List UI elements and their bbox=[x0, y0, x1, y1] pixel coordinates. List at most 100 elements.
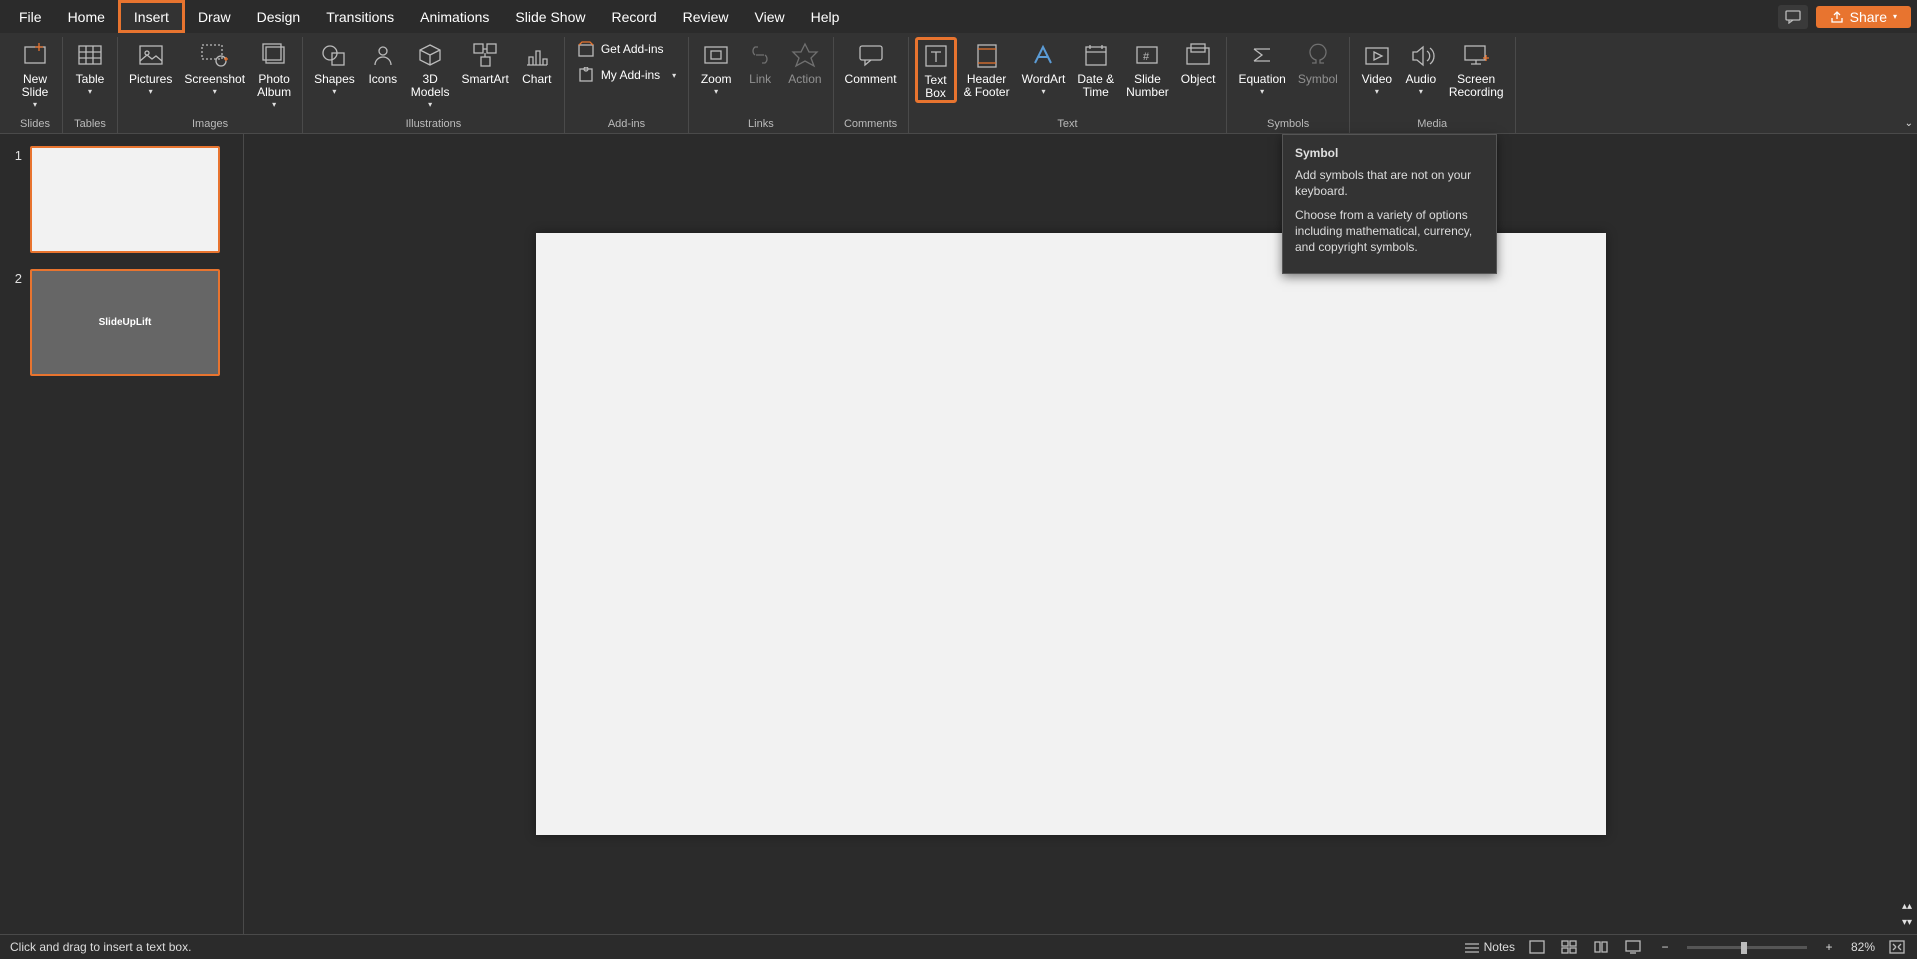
symbol-button[interactable]: Symbol bbox=[1293, 37, 1343, 88]
comments-tray-button[interactable] bbox=[1778, 5, 1808, 29]
date-time-button[interactable]: Date & Time bbox=[1072, 37, 1119, 101]
photo-album-icon bbox=[260, 41, 288, 69]
zoom-out-button[interactable]: − bbox=[1655, 938, 1675, 956]
group-label-tables: Tables bbox=[74, 116, 106, 133]
vertical-scrollbar[interactable]: ▴▴ ▾▾ bbox=[1897, 134, 1917, 934]
group-label-slides: Slides bbox=[20, 116, 50, 133]
content-area: 1 2 SlideUpLift ▴▴ ▾▾ bbox=[0, 134, 1917, 934]
fit-to-window-button[interactable] bbox=[1887, 938, 1907, 956]
notes-button[interactable]: Notes bbox=[1464, 938, 1515, 956]
thumbnail-1[interactable] bbox=[30, 146, 220, 253]
tab-slideshow[interactable]: Slide Show bbox=[502, 0, 598, 33]
wordart-button[interactable]: WordArt▾ bbox=[1017, 37, 1071, 98]
share-icon bbox=[1830, 10, 1844, 24]
slide-sorter-view-button[interactable] bbox=[1559, 938, 1579, 956]
icons-button[interactable]: Icons bbox=[362, 37, 404, 88]
screenshot-button[interactable]: Screenshot▾ bbox=[179, 37, 250, 98]
store-icon bbox=[578, 41, 594, 57]
slide-thumb-1[interactable]: 1 bbox=[8, 146, 235, 253]
svg-text:#: # bbox=[1143, 51, 1150, 63]
group-label-symbols: Symbols bbox=[1267, 116, 1309, 133]
prev-slide-nav-icon[interactable]: ▴▴ bbox=[1897, 901, 1917, 912]
chart-button[interactable]: Chart bbox=[516, 37, 558, 88]
table-button[interactable]: Table ▾ bbox=[69, 37, 111, 98]
status-bar: Click and drag to insert a text box. Not… bbox=[0, 934, 1917, 959]
slide-number-button[interactable]: # Slide Number bbox=[1121, 37, 1174, 101]
share-button[interactable]: Share ▾ bbox=[1816, 6, 1911, 28]
tab-transitions[interactable]: Transitions bbox=[313, 0, 407, 33]
next-slide-nav-icon[interactable]: ▾▾ bbox=[1897, 917, 1917, 928]
audio-button[interactable]: Audio▾ bbox=[1400, 37, 1442, 98]
slide-thumbnail-panel[interactable]: 1 2 SlideUpLift bbox=[0, 134, 244, 934]
group-label-comments: Comments bbox=[844, 116, 897, 133]
header-footer-button[interactable]: Header & Footer bbox=[959, 37, 1015, 101]
group-tables: Table ▾ Tables bbox=[63, 37, 118, 133]
slide-number-2: 2 bbox=[8, 269, 22, 376]
slide-thumb-2[interactable]: 2 SlideUpLift bbox=[8, 269, 235, 376]
tab-home[interactable]: Home bbox=[55, 0, 118, 33]
normal-view-button[interactable] bbox=[1527, 938, 1547, 956]
equation-button[interactable]: Equation▾ bbox=[1233, 37, 1290, 98]
zoom-in-button[interactable]: + bbox=[1819, 938, 1839, 956]
my-addins-button[interactable]: My Add-ins ▾ bbox=[571, 63, 682, 87]
group-slides: New Slide ▾ Slides bbox=[8, 37, 63, 133]
text-box-icon bbox=[922, 42, 950, 70]
zoom-percent: 82% bbox=[1851, 940, 1875, 954]
3d-models-button[interactable]: 3D Models▾ bbox=[406, 37, 455, 111]
status-hint: Click and drag to insert a text box. bbox=[10, 940, 191, 954]
group-label-addins: Add-ins bbox=[608, 116, 645, 133]
slide-editor[interactable] bbox=[244, 134, 1897, 934]
link-button[interactable]: Link bbox=[739, 37, 781, 88]
shapes-button[interactable]: Shapes▾ bbox=[309, 37, 360, 98]
group-label-links: Links bbox=[748, 116, 774, 133]
zoom-slider[interactable] bbox=[1687, 946, 1807, 949]
group-illustrations: Shapes▾ Icons 3D Models▾ SmartArt Chart … bbox=[303, 37, 565, 133]
tab-animations[interactable]: Animations bbox=[407, 0, 502, 33]
text-box-button[interactable]: Text Box bbox=[915, 37, 957, 103]
thumbnail-2-text: SlideUpLift bbox=[99, 317, 152, 328]
smartart-button[interactable]: SmartArt bbox=[456, 37, 513, 88]
action-button[interactable]: Action bbox=[783, 37, 826, 88]
new-slide-button[interactable]: New Slide ▾ bbox=[14, 37, 56, 111]
menu-tab-bar: File Home Insert Draw Design Transitions… bbox=[0, 0, 1917, 33]
reading-icon bbox=[1593, 940, 1609, 954]
normal-view-icon bbox=[1529, 940, 1545, 954]
comment-button[interactable]: Comment bbox=[840, 37, 902, 88]
tab-help[interactable]: Help bbox=[798, 0, 853, 33]
pictures-button[interactable]: Pictures▾ bbox=[124, 37, 177, 98]
video-button[interactable]: Video▾ bbox=[1356, 37, 1398, 98]
screen-recording-button[interactable]: Screen Recording bbox=[1444, 37, 1509, 101]
photo-album-button[interactable]: Photo Album▾ bbox=[252, 37, 296, 111]
table-icon bbox=[76, 41, 104, 69]
tab-file[interactable]: File bbox=[6, 0, 55, 33]
share-label: Share bbox=[1850, 9, 1887, 25]
tooltip-symbol: Symbol Add symbols that are not on your … bbox=[1282, 134, 1497, 274]
pictures-icon bbox=[137, 41, 165, 69]
tab-record[interactable]: Record bbox=[598, 0, 669, 33]
thumbnail-2[interactable]: SlideUpLift bbox=[30, 269, 220, 376]
equation-icon bbox=[1248, 41, 1276, 69]
link-icon bbox=[746, 41, 774, 69]
group-text: Text Box Header & Footer WordArt▾ Date &… bbox=[909, 37, 1228, 133]
group-addins: Get Add-ins My Add-ins ▾ Add-ins bbox=[565, 37, 689, 133]
group-media: Video▾ Audio▾ Screen Recording Media bbox=[1350, 37, 1516, 133]
tab-design[interactable]: Design bbox=[244, 0, 314, 33]
slide-canvas[interactable] bbox=[536, 233, 1606, 835]
tooltip-line1: Add symbols that are not on your keyboar… bbox=[1295, 167, 1484, 199]
get-addins-button[interactable]: Get Add-ins bbox=[571, 37, 682, 61]
zoom-button[interactable]: Zoom▾ bbox=[695, 37, 737, 98]
tab-review[interactable]: Review bbox=[670, 0, 742, 33]
tab-view[interactable]: View bbox=[742, 0, 798, 33]
group-label-images: Images bbox=[192, 116, 228, 133]
symbol-icon bbox=[1304, 41, 1332, 69]
collapse-ribbon-button[interactable]: ⌄ bbox=[1905, 118, 1913, 129]
sorter-icon bbox=[1561, 940, 1577, 954]
tab-draw[interactable]: Draw bbox=[185, 0, 244, 33]
group-comments: Comment Comments bbox=[834, 37, 909, 133]
object-button[interactable]: Object bbox=[1176, 37, 1221, 88]
chart-icon bbox=[523, 41, 551, 69]
comment-icon bbox=[857, 41, 885, 69]
slideshow-view-button[interactable] bbox=[1623, 938, 1643, 956]
reading-view-button[interactable] bbox=[1591, 938, 1611, 956]
tab-insert[interactable]: Insert bbox=[118, 0, 185, 33]
